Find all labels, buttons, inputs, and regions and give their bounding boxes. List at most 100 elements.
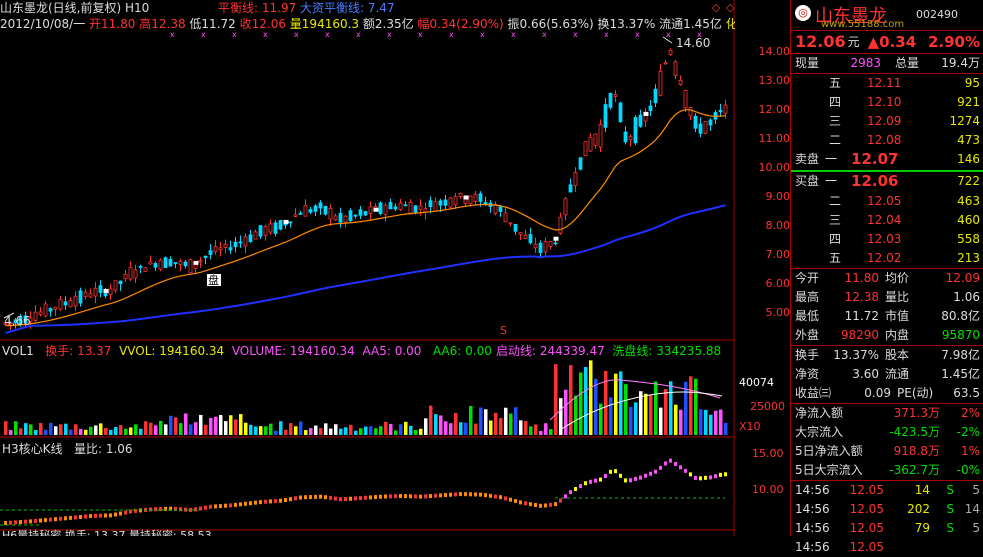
book-price: 12.05 bbox=[867, 194, 902, 208]
event-mark: S bbox=[500, 324, 507, 337]
candle-body bbox=[473, 193, 478, 202]
candle-body bbox=[238, 241, 243, 244]
candle-body bbox=[588, 137, 593, 152]
tick-count: 14 bbox=[964, 502, 980, 516]
candle-body bbox=[468, 195, 473, 205]
volume-bar bbox=[79, 428, 83, 435]
candle-body bbox=[213, 246, 218, 253]
float-cap-label: 流通1.45亿 bbox=[659, 17, 722, 31]
y-tick: 11.00 bbox=[758, 132, 791, 145]
ask-book: 五 12.11 95 四 12.10 921 三 12.09 1274 二 12.08 473 bbox=[791, 74, 983, 150]
core-k-bar bbox=[394, 494, 397, 499]
sell-vol: 146 bbox=[957, 152, 980, 166]
candle-body bbox=[393, 206, 398, 210]
buy-vol: 722 bbox=[957, 174, 980, 188]
core-k-bar bbox=[189, 507, 192, 512]
core-k-bar bbox=[344, 497, 347, 502]
candle-body bbox=[553, 242, 558, 245]
candle-body bbox=[88, 293, 93, 298]
core-k-bar bbox=[384, 494, 387, 499]
core-k-bar bbox=[59, 516, 62, 521]
volume-bar bbox=[714, 410, 718, 435]
volume-bar bbox=[254, 426, 258, 435]
watermark-text: www.55188.com bbox=[821, 19, 905, 30]
stat-label: 内盘 bbox=[885, 328, 910, 342]
core-k-bar bbox=[544, 503, 547, 508]
volume-bar bbox=[114, 427, 118, 435]
core-k-bar bbox=[9, 520, 12, 525]
core-k-bar bbox=[504, 496, 507, 501]
y-tick: 13.00 bbox=[758, 74, 791, 87]
chart-title: 山东墨龙(日线,前复权) H10 bbox=[0, 1, 150, 15]
core-k-bar bbox=[74, 515, 77, 520]
candle-body bbox=[683, 90, 688, 109]
core-k-bar bbox=[84, 514, 87, 519]
core-k-bar bbox=[704, 475, 707, 480]
core-k-bar bbox=[684, 468, 687, 473]
volume-bar bbox=[119, 425, 123, 435]
tick-count: 5 bbox=[972, 483, 980, 497]
k-panel-header: H3核心K线 量比: 1.06 bbox=[2, 440, 133, 457]
fund-label: 收益㈢ bbox=[795, 386, 832, 400]
sector-label[interactable]: 化工机 bbox=[726, 17, 735, 31]
volume-bar bbox=[324, 423, 328, 435]
fund-label: PE(动) bbox=[897, 386, 934, 400]
candle-body bbox=[318, 202, 323, 209]
price-change-pct: 2.90% bbox=[927, 33, 980, 51]
core-k-bar bbox=[499, 495, 502, 500]
stock-code: 002490 bbox=[916, 8, 958, 21]
book-level: 四 bbox=[829, 95, 842, 109]
volume-bar bbox=[699, 409, 703, 435]
candle-body bbox=[383, 204, 388, 215]
candle-body bbox=[343, 215, 348, 223]
flow-label: 大宗流入 bbox=[795, 425, 844, 439]
book-price: 12.02 bbox=[867, 251, 902, 265]
core-k-bar bbox=[14, 520, 17, 525]
core-k-bar bbox=[314, 494, 317, 499]
tick-list[interactable]: 14:56 12.05 14 S 5 14:56 12.05 202 S 14 14:56 12.05… bbox=[791, 480, 983, 557]
y-tick: 5.00 bbox=[765, 306, 791, 319]
candle-body bbox=[158, 259, 163, 270]
candle-body bbox=[313, 205, 318, 212]
tick-price: 12.05 bbox=[849, 483, 884, 497]
candle-body bbox=[68, 300, 73, 308]
core-k-bar bbox=[284, 498, 287, 502]
core-k-bar bbox=[49, 517, 52, 522]
candle-body bbox=[688, 107, 693, 117]
volume-bar bbox=[274, 430, 278, 435]
candle-body bbox=[408, 202, 413, 215]
volume-bar bbox=[624, 384, 628, 435]
candle-body bbox=[453, 196, 458, 206]
book-price: 12.10 bbox=[867, 95, 902, 109]
core-k-bar bbox=[664, 461, 667, 466]
stat-value: 80.8亿 bbox=[941, 309, 980, 323]
candle-body bbox=[43, 303, 48, 317]
book-vol: 1274 bbox=[949, 114, 980, 128]
asks-row: 五 12.11 95 bbox=[791, 74, 983, 93]
core-k-bar bbox=[619, 473, 622, 478]
volume-bar bbox=[224, 421, 228, 435]
candle-body bbox=[63, 301, 68, 306]
candle-body bbox=[183, 261, 188, 267]
candle-body bbox=[73, 295, 78, 307]
price-axis: 14.00 13.00 12.00 11.00 10.00 9.00 8.00 … bbox=[735, 0, 791, 340]
candle-body bbox=[503, 212, 508, 223]
volume-bar bbox=[614, 373, 618, 435]
volume-bar bbox=[24, 423, 28, 435]
core-k-bar bbox=[154, 507, 157, 512]
volume-bar bbox=[669, 381, 673, 435]
candle-body bbox=[353, 214, 358, 217]
volume-bar bbox=[294, 426, 298, 435]
volume-bar bbox=[304, 430, 308, 435]
core-k-bar bbox=[124, 510, 127, 515]
candle-body bbox=[613, 94, 618, 97]
bottom-indicator-label: H6量持秘密 换手: 13.37 量持秘密: 58.53 bbox=[2, 529, 212, 536]
core-k-bar bbox=[244, 501, 247, 506]
core-k-bar bbox=[334, 496, 337, 501]
y-tick: 9.00 bbox=[765, 190, 791, 203]
tick-price: 12.05 bbox=[849, 502, 884, 516]
volume-bar bbox=[309, 428, 313, 435]
k-tick-15: 15.00 bbox=[752, 447, 784, 460]
stat-value: 95870 bbox=[941, 328, 980, 342]
core-k-bar bbox=[424, 494, 427, 499]
